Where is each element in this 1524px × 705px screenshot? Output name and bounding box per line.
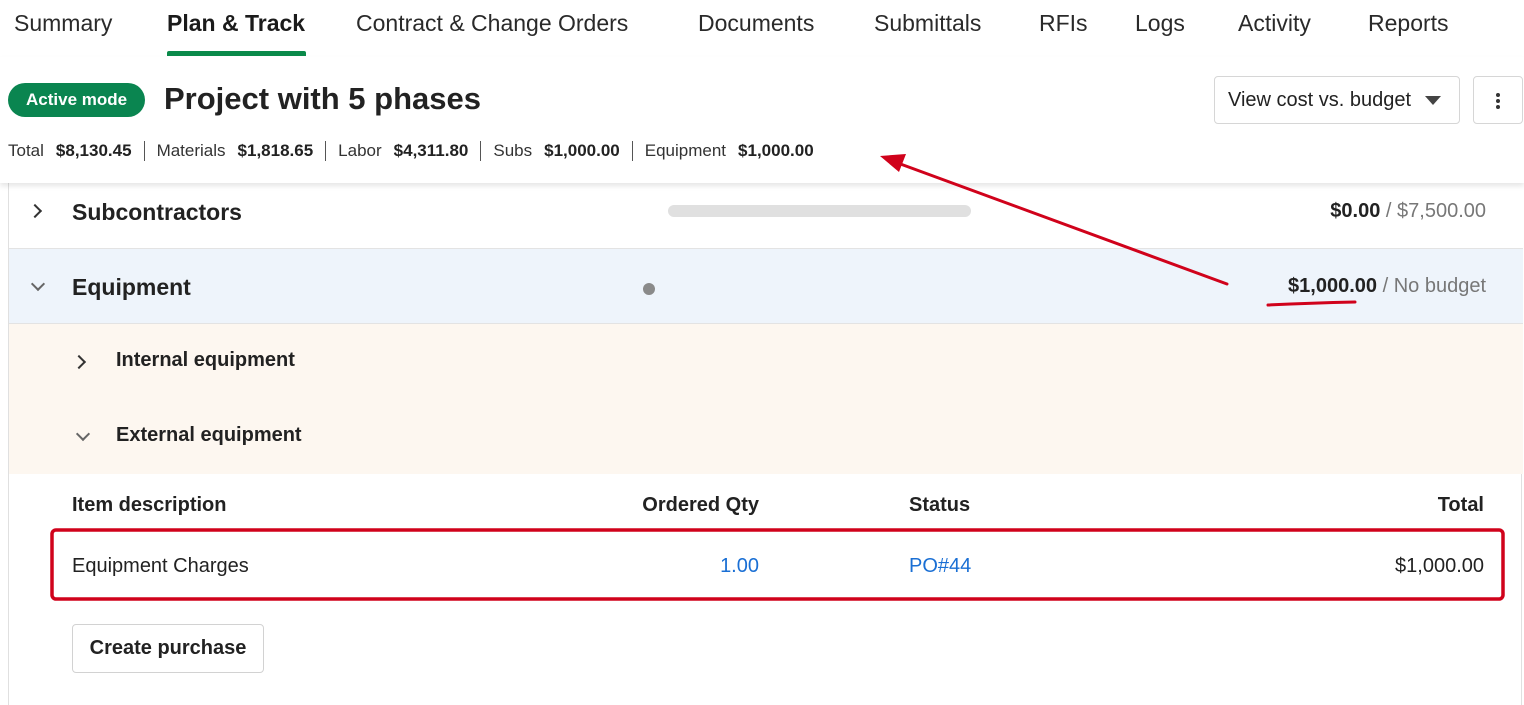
divider [325, 141, 327, 161]
subs-value: $1,000.00 [544, 141, 620, 160]
budget-progress-bar [668, 205, 971, 217]
phase-amount: $1,000.00 / No budget [1288, 275, 1486, 298]
subs-label: Subs [493, 141, 533, 160]
total-label: Total [8, 141, 44, 160]
no-budget-dot-icon [643, 283, 655, 295]
divider [631, 141, 633, 161]
tab-contract-change-orders[interactable]: Contract & Change Orders [356, 10, 628, 37]
chevron-down-icon[interactable] [75, 426, 91, 442]
subsection-title: Internal equipment [116, 349, 295, 371]
column-header-description: Item description [72, 494, 227, 516]
phase-title: Subcontractors [72, 199, 242, 225]
amount-separator: / [1382, 275, 1389, 297]
active-tab-indicator [167, 51, 306, 56]
phase-list: Subcontractors $0.00 / $7,500.00 Equipme… [8, 183, 1523, 705]
status-badge: Active mode [8, 83, 146, 117]
more-vertical-icon [1496, 99, 1500, 103]
tab-reports[interactable]: Reports [1368, 10, 1449, 37]
tab-summary[interactable]: Summary [14, 10, 112, 37]
more-options-button[interactable] [1473, 76, 1523, 124]
equipment-value: $1,000.00 [738, 141, 814, 160]
tab-bar: Summary Plan & Track Contract & Change O… [0, 0, 1524, 58]
view-dropdown-label: View cost vs. budget [1228, 89, 1412, 111]
project-header: Active mode Project with 5 phases View c… [0, 57, 1524, 183]
tab-activity[interactable]: Activity [1238, 10, 1311, 37]
phase-title: Equipment [72, 274, 191, 300]
tab-documents[interactable]: Documents [698, 10, 814, 37]
column-header-total: Total [1437, 494, 1484, 516]
view-cost-vs-budget-dropdown[interactable]: View cost vs. budget [1214, 76, 1460, 124]
chevron-right-icon[interactable] [27, 203, 43, 219]
subsection-title: External equipment [116, 424, 302, 446]
subsection-external-equipment[interactable]: External equipment [9, 399, 1523, 474]
subsection-internal-equipment[interactable]: Internal equipment [9, 324, 1523, 399]
total-value: $8,130.45 [55, 141, 132, 160]
spent-amount: $0.00 [1330, 200, 1381, 222]
materials-value: $1,818.65 [237, 141, 314, 160]
create-purchase-button[interactable]: Create purchase [72, 624, 264, 673]
item-total: $1,000.00 [1395, 555, 1484, 577]
phase-amount: $0.00 / $7,500.00 [1330, 200, 1486, 223]
phase-row-equipment[interactable]: Equipment $1,000.00 / No budget [9, 249, 1523, 324]
materials-label: Materials [156, 141, 226, 160]
equipment-subsections: Internal equipment External equipment [9, 324, 1523, 474]
budget-amount: No budget [1393, 275, 1486, 297]
labor-label: Labor [338, 141, 382, 160]
tab-plan-track[interactable]: Plan & Track [167, 10, 305, 37]
more-vertical-icon [1496, 105, 1500, 109]
divider [143, 141, 145, 161]
budget-amount: $7,500.00 [1397, 200, 1486, 222]
item-description: Equipment Charges [72, 555, 249, 577]
phase-row-subcontractors[interactable]: Subcontractors $0.00 / $7,500.00 [9, 183, 1523, 249]
purchase-order-link[interactable]: PO#44 [909, 555, 971, 578]
spent-amount: $1,000.00 [1288, 275, 1378, 297]
tab-rfis[interactable]: RFIs [1039, 10, 1088, 37]
caret-down-icon [1425, 96, 1441, 105]
column-header-status: Status [909, 494, 971, 516]
more-vertical-icon [1496, 93, 1500, 97]
ordered-qty-link[interactable]: 1.00 [720, 555, 759, 578]
amount-separator: / [1385, 200, 1392, 222]
tab-submittals[interactable]: Submittals [874, 10, 981, 37]
equipment-label: Equipment [644, 141, 727, 160]
divider [480, 141, 482, 161]
tab-logs[interactable]: Logs [1135, 10, 1185, 37]
page-title: Project with 5 phases [164, 81, 481, 116]
chevron-down-icon[interactable] [30, 276, 46, 292]
column-header-ordered-qty: Ordered Qty [642, 494, 759, 516]
chevron-right-icon[interactable] [71, 354, 87, 370]
labor-value: $4,311.80 [393, 141, 469, 160]
cost-totals-bar: Total $8,130.45 Materials $1,818.65 Labo… [8, 141, 814, 161]
